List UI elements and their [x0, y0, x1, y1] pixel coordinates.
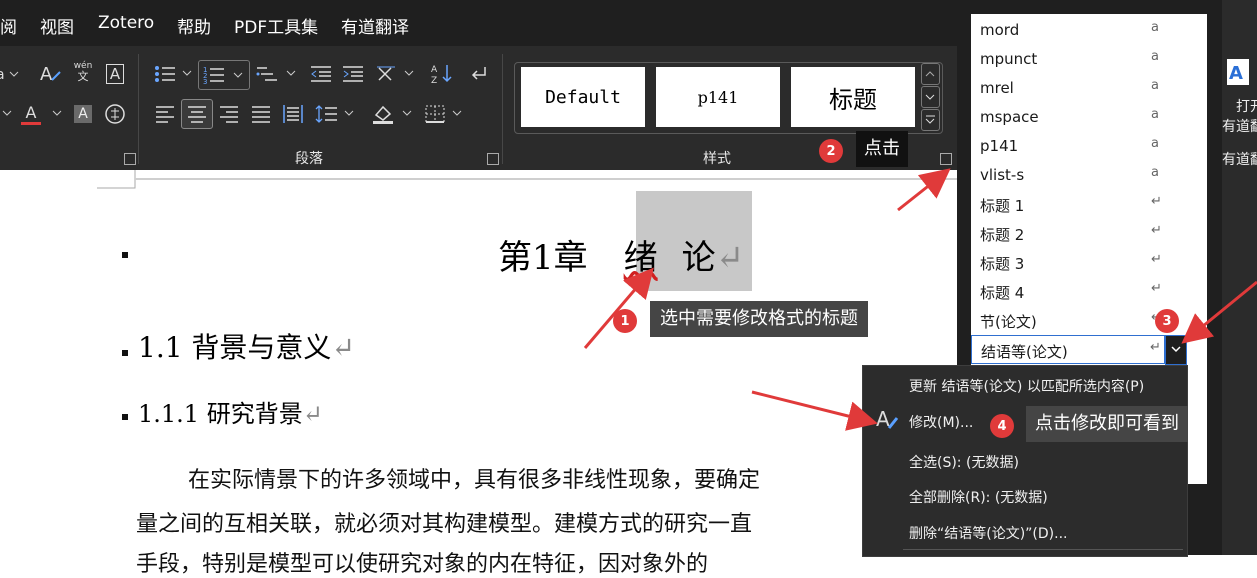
arrow-to-launcher [897, 168, 951, 212]
arrow-to-modify [751, 390, 878, 431]
arrow-to-dropdown [1181, 280, 1257, 344]
annotation-arrows [583, 168, 1257, 431]
arrow-to-selection [583, 267, 654, 349]
